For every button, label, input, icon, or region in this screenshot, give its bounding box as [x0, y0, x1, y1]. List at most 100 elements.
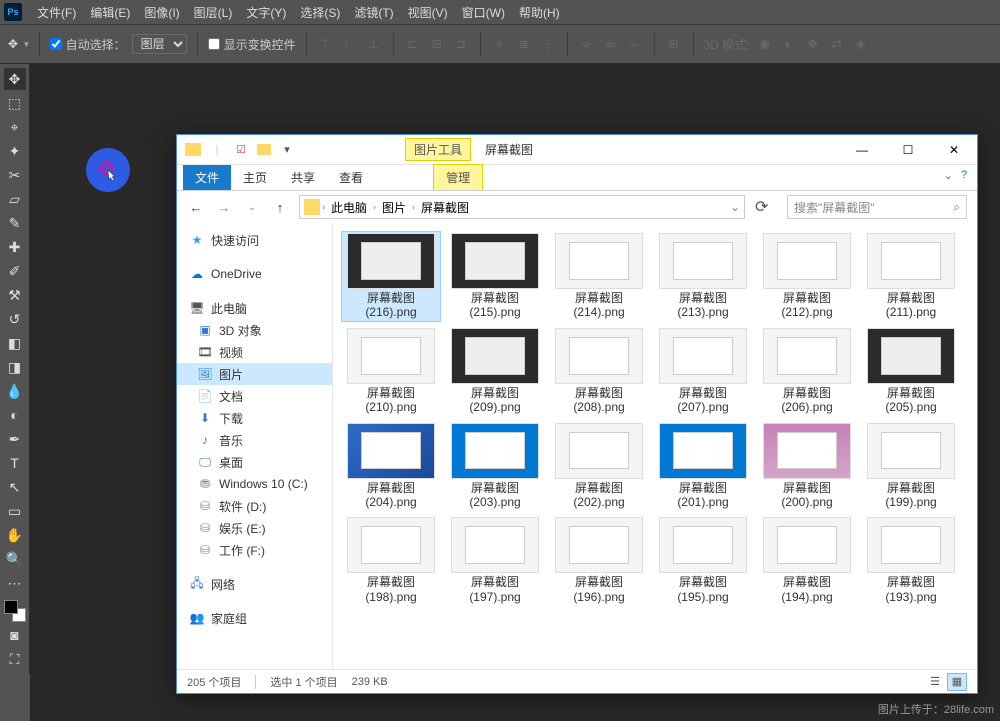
nav-quick-access[interactable]: ★快速访问: [177, 229, 332, 251]
refresh-button[interactable]: ⟳: [755, 197, 777, 217]
ps-menu-item[interactable]: 编辑(E): [83, 4, 137, 21]
dodge-tool[interactable]: ◐: [4, 404, 26, 426]
breadcrumb-pictures[interactable]: 图片: [378, 199, 410, 216]
ps-menu-item[interactable]: 图层(L): [187, 4, 240, 21]
zoom-tool[interactable]: 🔍: [4, 548, 26, 570]
file-item[interactable]: 屏幕截图(202).png: [549, 421, 649, 512]
tool-chevron-icon[interactable]: ▾: [24, 39, 29, 50]
nav-3d-objects[interactable]: ▣3D 对象: [177, 319, 332, 341]
nav-pictures[interactable]: 🖼图片: [177, 363, 332, 385]
nav-desktop[interactable]: 🖵桌面: [177, 451, 332, 473]
file-item[interactable]: 屏幕截图(215).png: [445, 231, 545, 322]
ps-menu-item[interactable]: 帮助(H): [512, 4, 567, 21]
brush-tool[interactable]: ✐: [4, 260, 26, 282]
crop-tool[interactable]: ✂: [4, 164, 26, 186]
file-item[interactable]: 屏幕截图(207).png: [653, 326, 753, 417]
file-item[interactable]: 屏幕截图(201).png: [653, 421, 753, 512]
ps-menu-item[interactable]: 图像(I): [137, 4, 186, 21]
search-box[interactable]: 搜索"屏幕截图" ⌕: [787, 195, 967, 219]
stamp-tool[interactable]: ⚒: [4, 284, 26, 306]
qat-chevron-icon[interactable]: ▾: [279, 142, 295, 158]
nav-drive-c[interactable]: ⛃Windows 10 (C:): [177, 473, 332, 495]
breadcrumb-dropdown-icon[interactable]: ⌄: [730, 200, 740, 214]
nav-back-button[interactable]: ←: [187, 198, 205, 216]
file-item[interactable]: 屏幕截图(213).png: [653, 231, 753, 322]
auto-select-checkbox[interactable]: 自动选择：: [50, 36, 126, 53]
quick-mask-tool[interactable]: ◙: [4, 624, 26, 646]
layer-select[interactable]: 图层: [132, 34, 187, 54]
file-item[interactable]: 屏幕截图(210).png: [341, 326, 441, 417]
pen-tool[interactable]: ✒: [4, 428, 26, 450]
ribbon-home-tab[interactable]: 主页: [231, 165, 279, 190]
file-item[interactable]: 屏幕截图(214).png: [549, 231, 649, 322]
file-item[interactable]: 屏幕截图(203).png: [445, 421, 545, 512]
ribbon-collapse-icon[interactable]: ⌄: [944, 169, 953, 182]
file-item[interactable]: 屏幕截图(206).png: [757, 326, 857, 417]
ps-menu-item[interactable]: 文字(Y): [239, 4, 293, 21]
eraser-tool[interactable]: ◧: [4, 332, 26, 354]
shape-tool[interactable]: ▭: [4, 500, 26, 522]
file-item[interactable]: 屏幕截图(204).png: [341, 421, 441, 512]
nav-drive-d[interactable]: ⛁软件 (D:): [177, 495, 332, 517]
nav-drive-f[interactable]: ⛁工作 (F:): [177, 539, 332, 561]
show-transform-checkbox[interactable]: 显示变换控件: [208, 36, 296, 53]
path-tool[interactable]: ↖: [4, 476, 26, 498]
minimize-button[interactable]: —: [839, 135, 885, 165]
nav-documents[interactable]: 📄文档: [177, 385, 332, 407]
file-item[interactable]: 屏幕截图(196).png: [549, 515, 649, 606]
chevron-right-icon[interactable]: ›: [373, 202, 376, 212]
ribbon-manage-tab[interactable]: 管理: [433, 164, 483, 190]
ps-menu-item[interactable]: 文件(F): [30, 4, 83, 21]
help-icon[interactable]: ?: [961, 169, 967, 182]
file-item[interactable]: 屏幕截图(200).png: [757, 421, 857, 512]
ps-menu-item[interactable]: 窗口(W): [455, 4, 512, 21]
nav-videos[interactable]: 🎞视频: [177, 341, 332, 363]
close-button[interactable]: ✕: [931, 135, 977, 165]
maximize-button[interactable]: ☐: [885, 135, 931, 165]
file-item[interactable]: 屏幕截图(194).png: [757, 515, 857, 606]
nav-downloads[interactable]: ⬇下载: [177, 407, 332, 429]
type-tool[interactable]: T: [4, 452, 26, 474]
file-item[interactable]: 屏幕截图(211).png: [861, 231, 961, 322]
file-item[interactable]: 屏幕截图(209).png: [445, 326, 545, 417]
lasso-tool[interactable]: ⌖: [4, 116, 26, 138]
nav-recent-button[interactable]: ⌄: [243, 198, 261, 216]
nav-forward-button[interactable]: →: [215, 198, 233, 216]
view-details-button[interactable]: ☰: [925, 673, 945, 691]
nav-drive-e[interactable]: ⛁娱乐 (E:): [177, 517, 332, 539]
breadcrumb-bar[interactable]: › 此电脑 › 图片 › 屏幕截图 ⌄: [299, 195, 745, 219]
ribbon-view-tab[interactable]: 查看: [327, 165, 375, 190]
nav-onedrive[interactable]: ☁OneDrive: [177, 263, 332, 285]
file-item[interactable]: 屏幕截图(216).png: [341, 231, 441, 322]
ribbon-share-tab[interactable]: 共享: [279, 165, 327, 190]
new-folder-icon[interactable]: [257, 144, 271, 155]
ps-menu-item[interactable]: 选择(S): [293, 4, 347, 21]
file-item[interactable]: 屏幕截图(212).png: [757, 231, 857, 322]
file-item[interactable]: 屏幕截图(205).png: [861, 326, 961, 417]
file-item[interactable]: 屏幕截图(208).png: [549, 326, 649, 417]
breadcrumb-screenshots[interactable]: 屏幕截图: [417, 199, 473, 216]
nav-homegroup[interactable]: 👥家庭组: [177, 607, 332, 629]
explorer-content-area[interactable]: 屏幕截图(216).png屏幕截图(215).png屏幕截图(214).png屏…: [333, 223, 977, 669]
marquee-tool[interactable]: ⬚: [4, 92, 26, 114]
color-swatches[interactable]: [4, 600, 26, 622]
chevron-right-icon[interactable]: ›: [322, 202, 325, 212]
ribbon-file-tab[interactable]: 文件: [183, 165, 231, 190]
file-item[interactable]: 屏幕截图(199).png: [861, 421, 961, 512]
wand-tool[interactable]: ✦: [4, 140, 26, 162]
file-item[interactable]: 屏幕截图(193).png: [861, 515, 961, 606]
hand-tool[interactable]: ✋: [4, 524, 26, 546]
file-item[interactable]: 屏幕截图(197).png: [445, 515, 545, 606]
frame-tool[interactable]: ▱: [4, 188, 26, 210]
move-tool[interactable]: ✥: [4, 68, 26, 90]
ps-menu-item[interactable]: 视图(V): [401, 4, 455, 21]
blur-tool[interactable]: 💧: [4, 380, 26, 402]
file-item[interactable]: 屏幕截图(198).png: [341, 515, 441, 606]
nav-music[interactable]: ♪音乐: [177, 429, 332, 451]
gradient-tool[interactable]: ◨: [4, 356, 26, 378]
nav-network[interactable]: 🖧网络: [177, 573, 332, 595]
ps-menu-item[interactable]: 滤镜(T): [347, 4, 400, 21]
chevron-right-icon[interactable]: ›: [412, 202, 415, 212]
foreground-color[interactable]: [4, 600, 18, 614]
more-tools[interactable]: ⋯: [4, 572, 26, 594]
